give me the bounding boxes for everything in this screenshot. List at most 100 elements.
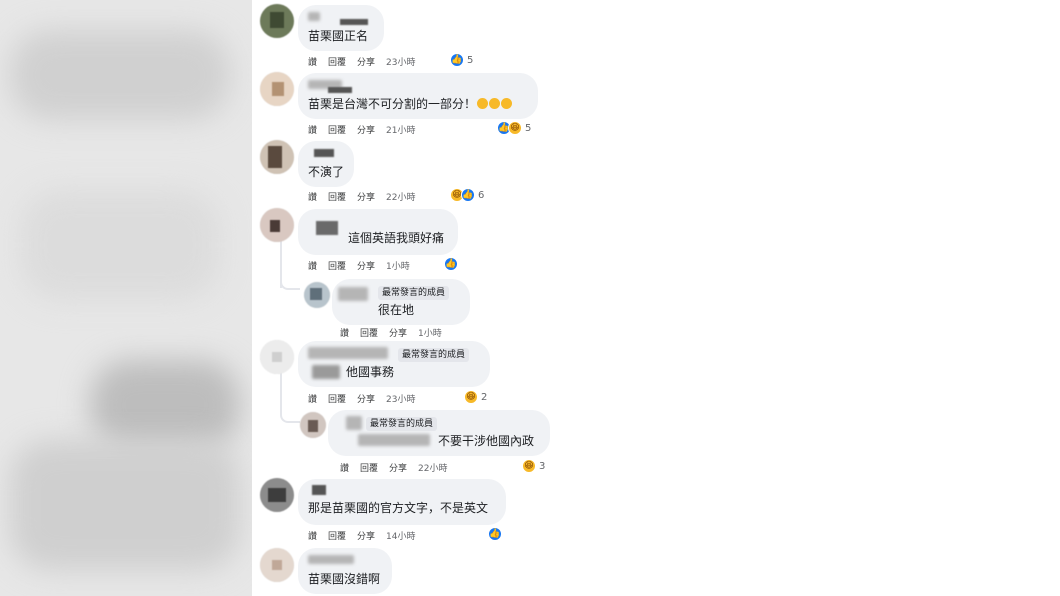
blank-background-right	[782, 0, 1060, 596]
reaction-summary[interactable]: 👍	[488, 527, 502, 541]
author-name-blurred[interactable]	[308, 12, 320, 21]
like-button[interactable]: 讚	[308, 262, 317, 272]
reaction-count: 5	[467, 54, 474, 66]
author-name-blurred[interactable]	[346, 416, 362, 430]
author-name-blurred[interactable]	[314, 149, 334, 157]
comment-text: 不演了	[308, 165, 345, 179]
author-name-blurred[interactable]	[338, 287, 368, 301]
timestamp[interactable]: 1小時	[418, 329, 442, 339]
comment-text: 不要干涉他國內政	[438, 434, 535, 448]
reaction-count: 3	[539, 460, 546, 472]
avatar[interactable]	[260, 4, 294, 38]
like-reaction-icon: 👍	[488, 527, 502, 541]
comment-actions: 讚 回覆 分享 22小時	[308, 190, 427, 203]
like-button[interactable]: 讚	[308, 532, 317, 542]
share-button[interactable]: 分享	[389, 329, 407, 339]
comment-bubble: 最常發言的成員 他國事務	[298, 341, 490, 387]
comment-actions: 讚 回覆 分享 14小時	[308, 529, 427, 542]
share-button[interactable]: 分享	[389, 464, 407, 474]
avatar[interactable]	[260, 72, 294, 106]
like-button[interactable]: 讚	[340, 329, 349, 339]
share-button[interactable]: 分享	[357, 395, 375, 405]
like-button[interactable]: 讚	[308, 126, 317, 136]
top-contributor-badge: 最常發言的成員	[398, 348, 470, 362]
comment-text: 苗栗是台灣不可分割的一部分！	[308, 97, 513, 111]
share-button[interactable]: 分享	[357, 58, 375, 68]
comment-text: 苗栗國正名	[308, 29, 369, 43]
top-contributor-badge: 最常發言的成員	[378, 286, 450, 300]
comment-bubble: 苗栗國正名	[298, 5, 384, 51]
avatar[interactable]	[260, 140, 294, 174]
avatar[interactable]	[260, 208, 294, 242]
reply-button[interactable]: 回覆	[328, 193, 346, 203]
reply-thread-connector	[280, 395, 300, 423]
comment-actions: 讚 回覆 分享 1小時	[308, 259, 421, 272]
timestamp[interactable]: 23小時	[386, 58, 415, 68]
avatar[interactable]	[260, 478, 294, 512]
reply-button[interactable]: 回覆	[328, 262, 346, 272]
avatar[interactable]	[300, 412, 326, 438]
timestamp[interactable]: 22小時	[418, 464, 447, 474]
share-button[interactable]: 分享	[357, 126, 375, 136]
laughing-emoji-icon	[489, 98, 501, 109]
reaction-summary[interactable]: 👍	[444, 257, 458, 271]
like-button[interactable]: 讚	[308, 58, 317, 68]
like-reaction-icon: 👍	[450, 53, 464, 67]
comment-bubble: 苗栗是台灣不可分割的一部分！	[298, 73, 538, 119]
comment-section: 苗栗國正名 讚回覆 分享 23小時 👍 5 苗栗是台灣不可分割的一部分！ 讚回覆 分享…	[252, 0, 782, 596]
comment-text: 這個英語我頭好痛	[348, 231, 445, 245]
haha-reaction-icon: 😆	[508, 121, 522, 135]
reaction-summary[interactable]: 👍 5	[450, 53, 473, 67]
comment-bubble: 苗栗國沒錯啊	[298, 548, 392, 594]
like-reaction-icon: 👍	[461, 188, 475, 202]
reply-button[interactable]: 回覆	[328, 126, 346, 136]
comment-actions: 讚 回覆 分享 1小時	[340, 326, 453, 339]
reply-button[interactable]: 回覆	[360, 464, 378, 474]
share-button[interactable]: 分享	[357, 262, 375, 272]
reply-button[interactable]: 回覆	[328, 58, 346, 68]
timestamp[interactable]: 1小時	[386, 262, 410, 272]
laughing-emoji-icon	[501, 98, 513, 109]
like-button[interactable]: 讚	[340, 464, 349, 474]
share-button[interactable]: 分享	[357, 193, 375, 203]
like-reaction-icon: 👍	[444, 257, 458, 271]
comment-actions: 讚 回覆 分享 21小時	[308, 123, 427, 136]
comment-text: 那是苗栗國的官方文字，不是英文	[308, 501, 489, 515]
reply-button[interactable]: 回覆	[360, 329, 378, 339]
timestamp[interactable]: 23小時	[386, 395, 415, 405]
author-name-blurred[interactable]	[328, 87, 352, 93]
avatar[interactable]	[304, 282, 330, 308]
comment-text: 苗栗國沒錯啊	[308, 572, 381, 586]
comment-actions: 讚 回覆 分享 23小時	[308, 55, 427, 68]
author-name-blurred[interactable]	[312, 365, 340, 379]
timestamp[interactable]: 22小時	[386, 193, 415, 203]
author-name-blurred[interactable]	[308, 347, 388, 359]
reply-thread-connector	[280, 262, 300, 290]
reaction-summary[interactable]: 😆 👍 6	[450, 188, 484, 202]
timestamp[interactable]: 21小時	[386, 126, 415, 136]
reply-button[interactable]: 回覆	[328, 532, 346, 542]
reply-button[interactable]: 回覆	[328, 395, 346, 405]
reaction-summary[interactable]: 👍 😆 5	[497, 121, 531, 135]
blurred-background-left	[0, 0, 252, 596]
avatar[interactable]	[260, 548, 294, 582]
author-name-blurred[interactable]	[358, 434, 430, 446]
reaction-summary[interactable]: 😆 2	[464, 390, 487, 404]
author-name-blurred[interactable]	[308, 555, 354, 564]
author-name-blurred[interactable]	[340, 19, 368, 25]
reaction-summary[interactable]: 😆 3	[522, 459, 545, 473]
haha-reaction-icon: 😆	[522, 459, 536, 473]
share-button[interactable]: 分享	[357, 532, 375, 542]
author-name-blurred[interactable]	[312, 485, 326, 495]
author-name-blurred[interactable]	[316, 221, 338, 235]
like-button[interactable]: 讚	[308, 395, 317, 405]
like-button[interactable]: 讚	[308, 193, 317, 203]
comment-text: 他國事務	[346, 365, 395, 379]
laughing-emoji-icon	[477, 98, 489, 109]
comment-actions: 讚 回覆 分享 23小時	[308, 392, 427, 405]
reaction-count: 5	[525, 122, 532, 134]
haha-reaction-icon: 😆	[464, 390, 478, 404]
timestamp[interactable]: 14小時	[386, 532, 415, 542]
avatar[interactable]	[260, 340, 294, 374]
comment-actions: 讚 回覆 分享 22小時	[340, 461, 459, 474]
